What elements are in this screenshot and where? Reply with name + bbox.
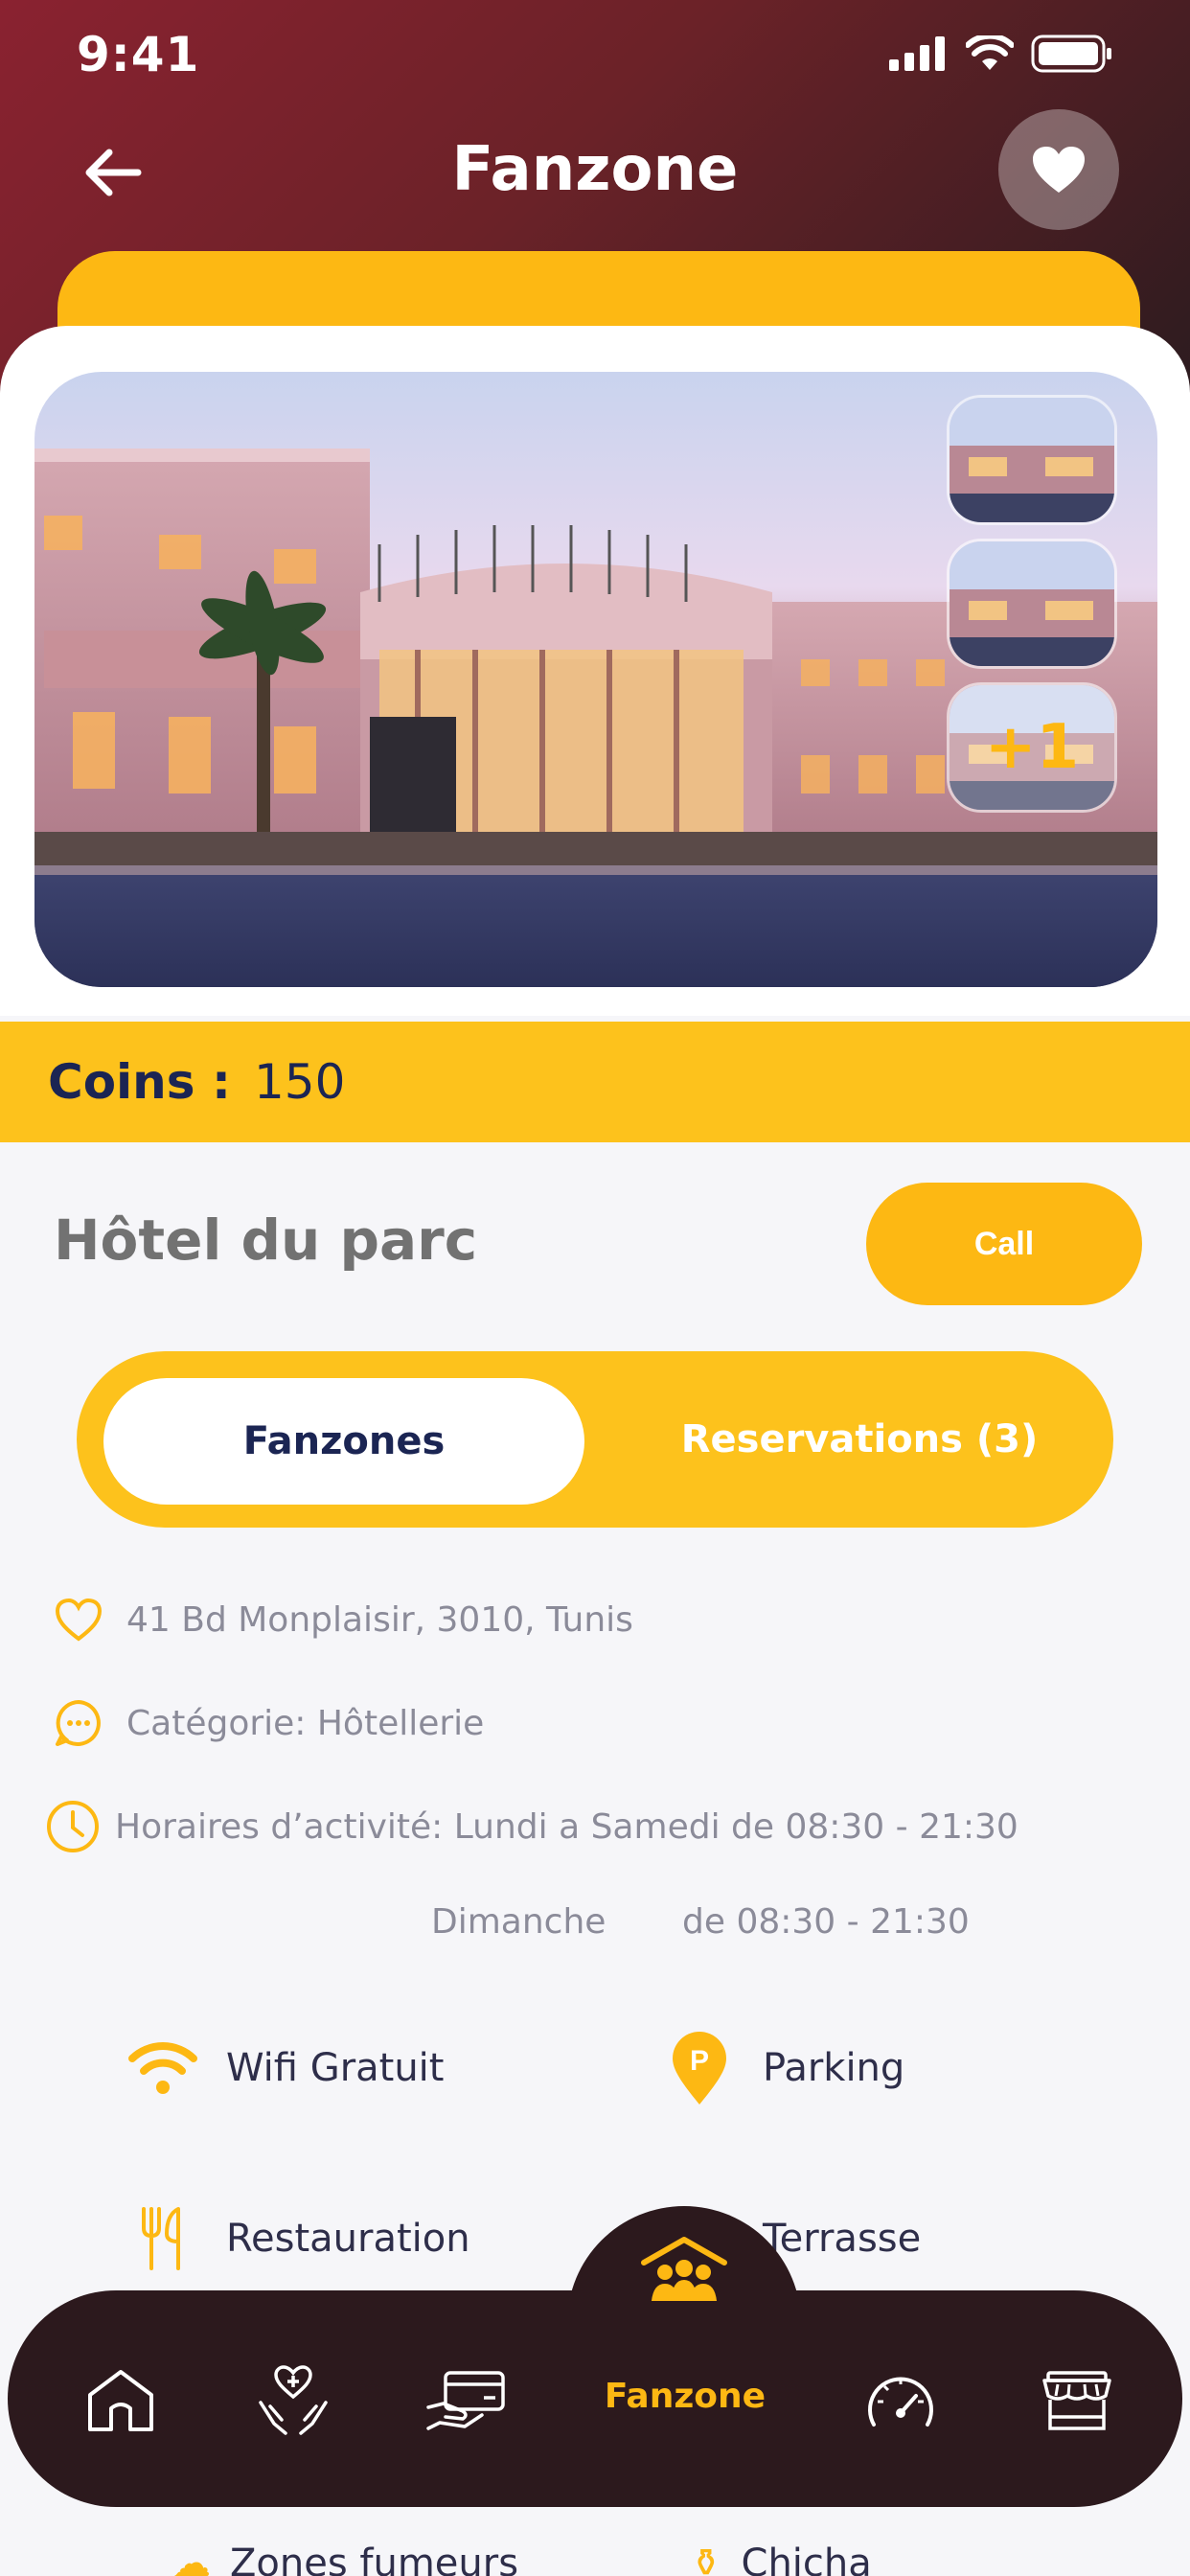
nav-care[interactable] [245, 2353, 341, 2449]
coins-bar: Coins : 150 [0, 1022, 1190, 1142]
tab-fanzones[interactable]: Fanzones [103, 1378, 584, 1505]
address-row: 41 Bd Monplaisir, 3010, Tunis [50, 1591, 633, 1648]
tab-switcher: Fanzones Reservations (3) [77, 1351, 1113, 1528]
gallery-thumbnail[interactable] [947, 539, 1117, 669]
heart-location-icon [50, 1591, 107, 1648]
status-icons [889, 34, 1113, 73]
more-photos-count: +1 [950, 685, 1114, 810]
sunday-hours: de 08:30 - 21:30 [682, 1902, 970, 1942]
amenity-label: Chicha [741, 2542, 872, 2576]
signal-icon [889, 36, 945, 71]
nav-dashboard[interactable] [853, 2353, 949, 2449]
nav-payments[interactable] [418, 2353, 514, 2449]
amenity-parking: P Parking [661, 2030, 904, 2106]
clock-icon [44, 1798, 102, 1855]
amenity-restauration: Restauration [125, 2200, 470, 2277]
wifi-icon [125, 2030, 201, 2106]
nav-bar: Fanzone [0, 109, 1190, 230]
battery-icon [1031, 34, 1111, 73]
chicha-icon: ⚱ [690, 2542, 722, 2576]
store-icon [1042, 2371, 1111, 2430]
coins-value: 150 [253, 1054, 346, 1110]
category-text: Catégorie: Hôtellerie [126, 1703, 485, 1743]
amenity-label: Terrasse [763, 2217, 922, 2261]
heart-icon [1033, 147, 1085, 193]
gallery-more-thumbnail[interactable]: +1 [947, 682, 1117, 813]
thumbnail-image [950, 541, 1114, 666]
call-button[interactable]: Call [866, 1183, 1142, 1305]
parking-pin-icon: P [661, 2030, 738, 2106]
thumbnail-image [950, 398, 1114, 522]
amenity-label: Zones fumeurs [230, 2542, 519, 2576]
amenity-wifi: Wifi Gratuit [125, 2030, 444, 2106]
nav-store[interactable] [1029, 2353, 1125, 2449]
chat-bubble-icon [50, 1694, 107, 1752]
smoking-icon: ☁ [172, 2542, 211, 2576]
svg-text:P: P [690, 2045, 709, 2077]
status-time: 9:41 [77, 27, 200, 82]
nav-home[interactable] [73, 2353, 169, 2449]
amenity-label: Wifi Gratuit [226, 2046, 445, 2090]
hours-row: Horaires d’activité: Lundi a Samedi de 0… [44, 1798, 1018, 1855]
fanzone-icon[interactable] [636, 2227, 732, 2313]
amenity-smoking: ☁ Zones fumeurs [172, 2542, 518, 2576]
address-text: 41 Bd Monplaisir, 3010, Tunis [126, 1599, 633, 1640]
home-icon [88, 2370, 153, 2431]
category-row: Catégorie: Hôtellerie [50, 1694, 484, 1752]
fork-knife-icon [125, 2200, 201, 2277]
tab-reservations[interactable]: Reservations (3) [632, 1378, 1087, 1501]
amenity-label: Restauration [226, 2217, 470, 2261]
favorite-button[interactable] [998, 109, 1119, 230]
amenity-chicha: ⚱ Chicha [690, 2542, 872, 2576]
coins-label: Coins : [48, 1054, 231, 1110]
sunday-day: Dimanche [431, 1902, 606, 1942]
gallery-thumbnail[interactable] [947, 395, 1117, 525]
status-bar: 9:41 [0, 0, 1190, 115]
speedometer-icon [868, 2377, 933, 2426]
hotel-name: Hôtel du parc [54, 1208, 478, 1273]
amenity-label: Parking [763, 2046, 905, 2090]
payment-card-icon [426, 2371, 505, 2430]
care-hands-icon [259, 2365, 328, 2435]
nav-fanzone-label[interactable]: Fanzone [584, 2377, 786, 2416]
hours-text: Horaires d’activité: Lundi a Samedi de 0… [115, 1806, 1018, 1847]
wifi-status-icon [966, 35, 1014, 70]
